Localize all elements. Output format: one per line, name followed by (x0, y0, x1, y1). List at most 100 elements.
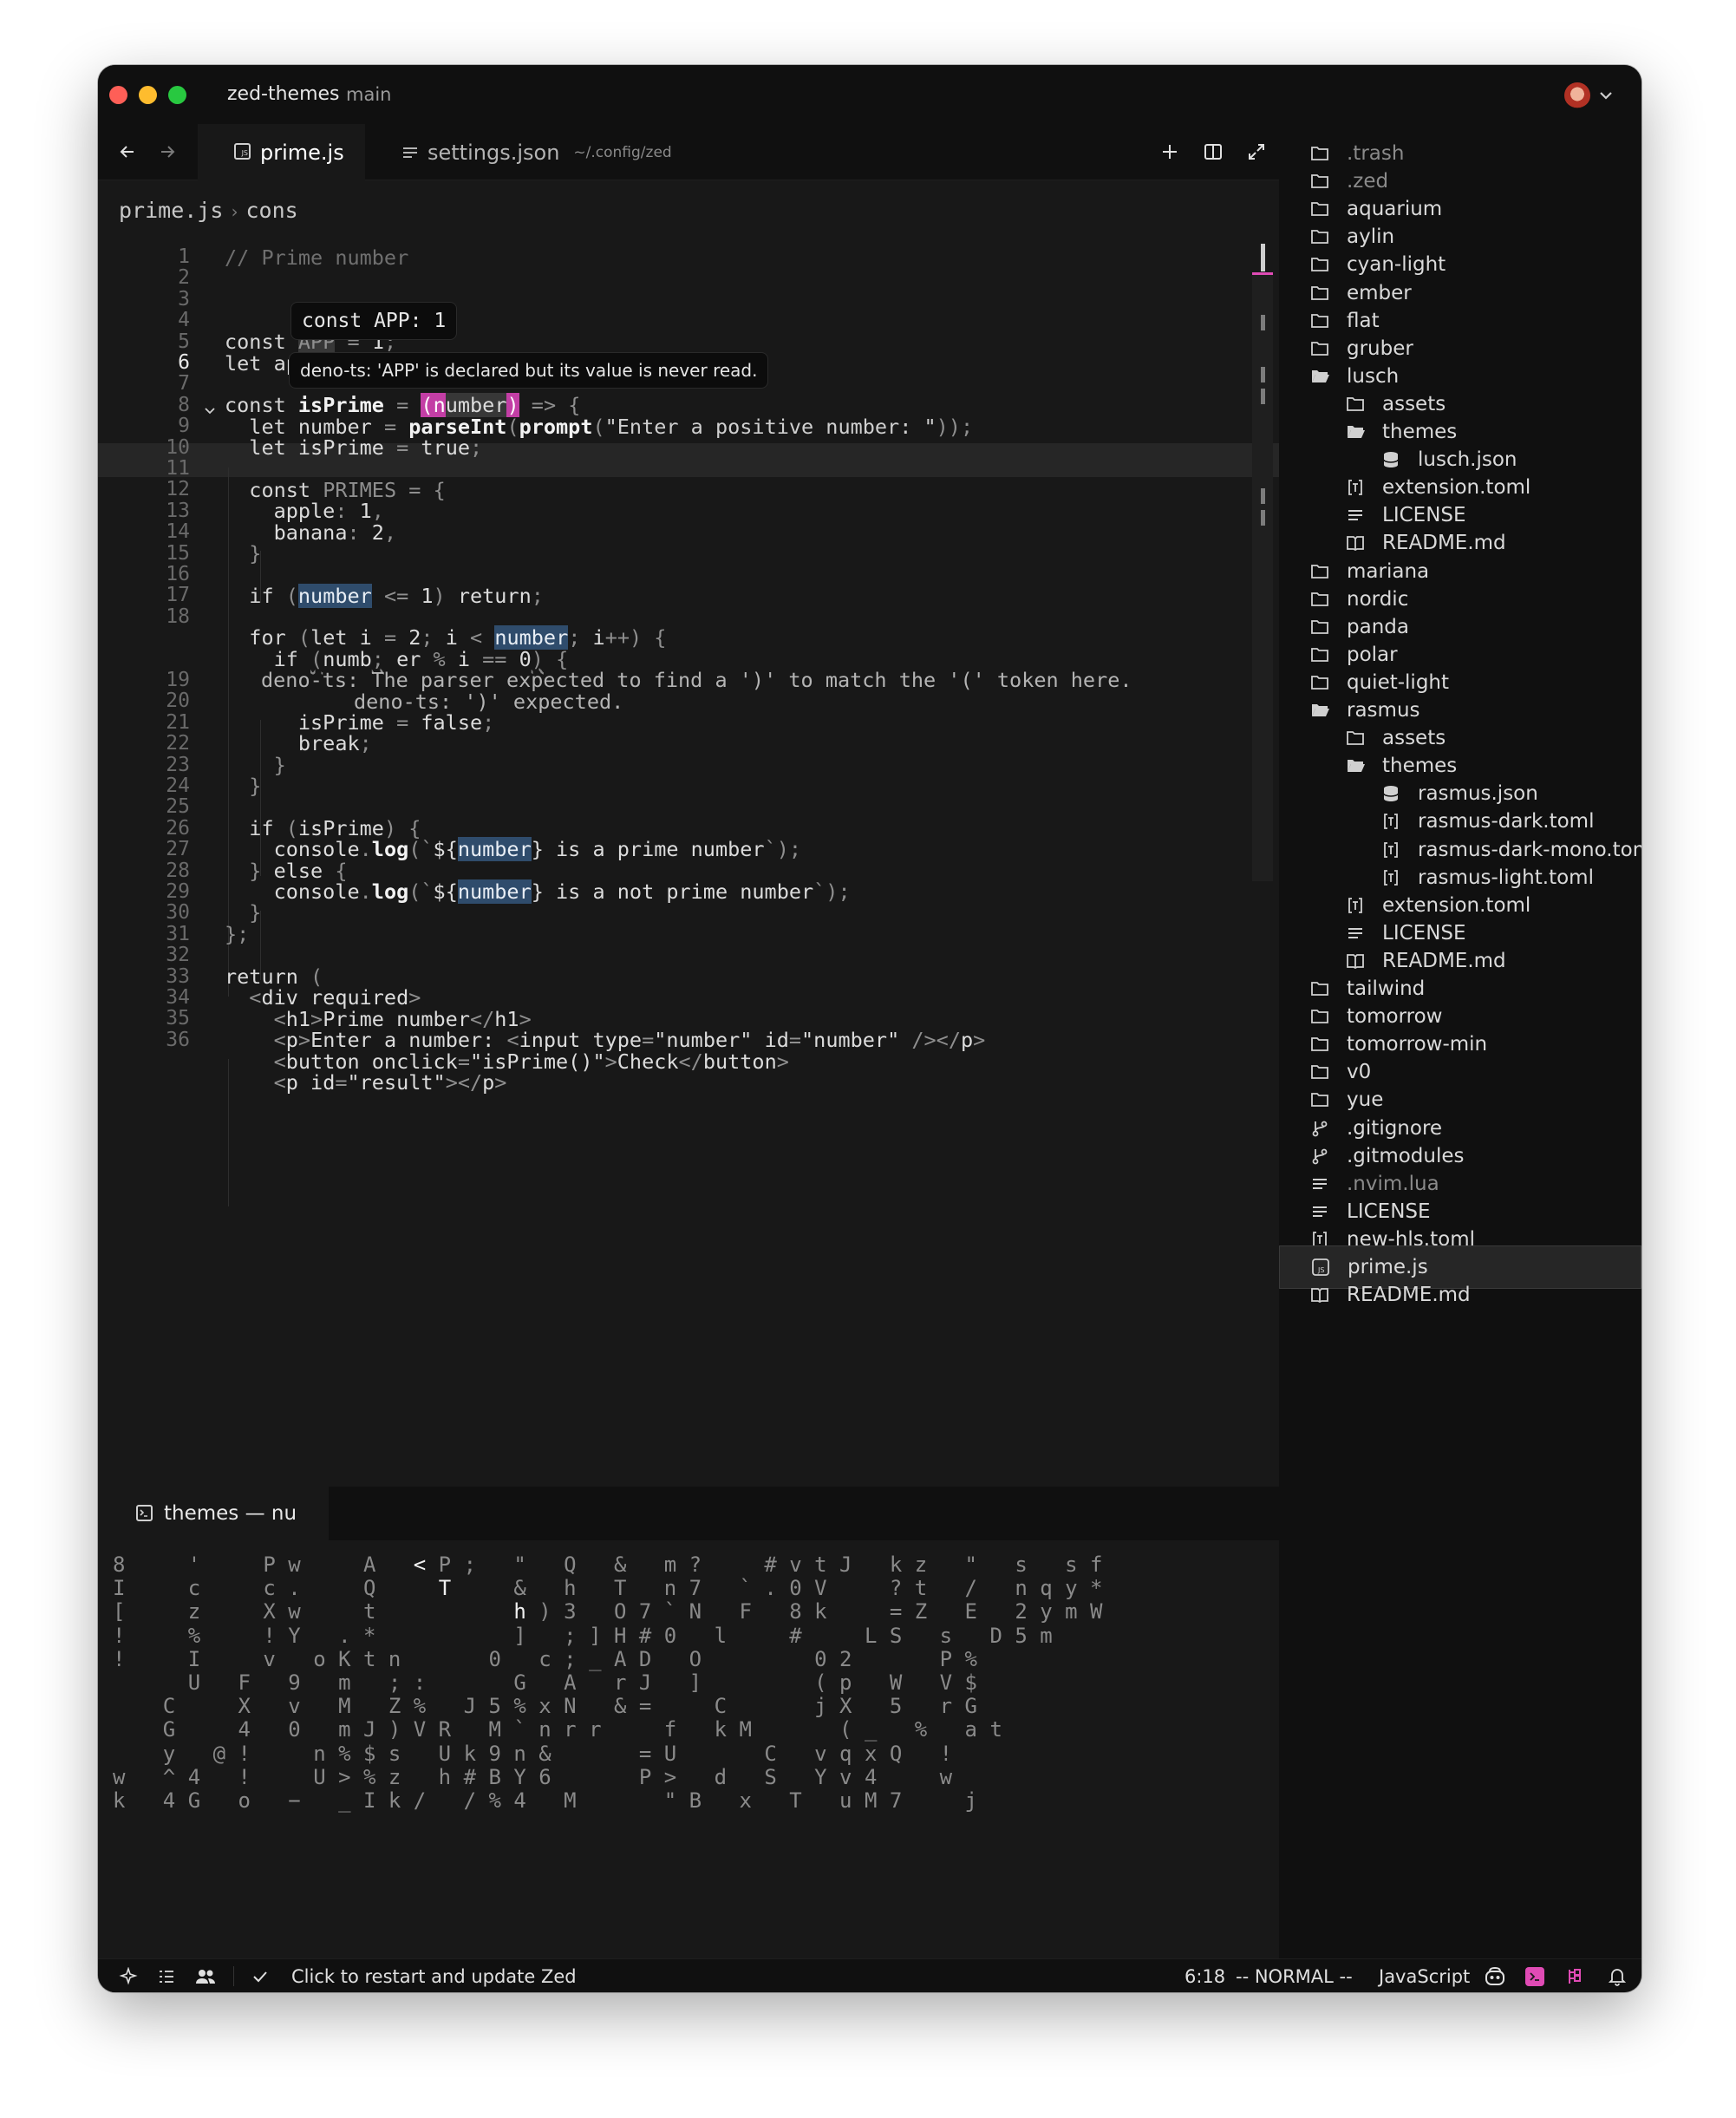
terminal-line: I c c . Q T & h T n 7 ` . 0 V ? t / n q … (113, 1576, 1103, 1600)
user-avatar[interactable] (1564, 82, 1590, 108)
terminal-text: [ z X w t (113, 1599, 514, 1624)
line-number: 25 (166, 795, 190, 819)
branch-name[interactable]: main (346, 84, 391, 105)
code-line-6: const isPrime = (number) => { (225, 393, 581, 417)
code-line-27: console.log(`${number} is a not prime nu… (225, 879, 851, 904)
zed-window: zed-themes main JS prime.js settings.jso… (98, 65, 1641, 1992)
terminal-output[interactable]: 8 ' P w A < P ; " Q & m ? # v t J k z " … (98, 1540, 1279, 1958)
project-panel[interactable]: .trash .zed aquarium aylin cyan-light ember fl… (1279, 124, 1641, 1958)
project-panel-toggle-icon[interactable] (1566, 1959, 1587, 1992)
terminal-text: ! % ! Y . * ] ; ] H # 0 l # L S s D 5 m (113, 1623, 1053, 1648)
diagnostic-tooltip: deno-ts: 'APP' is declared but its value… (289, 352, 769, 389)
line-number: 15 (166, 541, 190, 565)
line-number: 31 (166, 922, 190, 945)
code-line-8: let isPrime = true; (249, 435, 483, 460)
breadcrumb[interactable]: prime.js › cons (119, 198, 298, 223)
line-number: 20 (166, 690, 190, 713)
line-number: 35 (166, 1007, 190, 1030)
terminal-line: 8 ' P w A < P ; " Q & m ? # v t J k z " … (113, 1553, 1103, 1577)
title-bar: zed-themes main (98, 65, 1641, 124)
hover-tooltip: const APP: 1 (290, 302, 458, 340)
line-number: 6 (178, 351, 190, 374)
chevron-right-icon: › (229, 201, 240, 222)
terminal-text-bright: T (438, 1576, 452, 1601)
line-number: 9 (178, 415, 190, 438)
terminal-text: y @ ! n % $ s U k 9 n & = U C v q x Q ! (113, 1741, 953, 1766)
line-number: 27 (166, 838, 190, 861)
update-message[interactable]: Click to restart and update Zed (291, 1959, 577, 1992)
terminal-line: ! I v o K t n 0 c ; _ A D O 0 2 P % (113, 1647, 977, 1671)
tab-prime-js[interactable]: JS prime.js (198, 124, 365, 180)
tab-bar: JS prime.js settings.json ~/.config/zed (98, 124, 1279, 180)
book-icon (1309, 1285, 1331, 1305)
terminal-toggle-icon[interactable] (1525, 1959, 1544, 1992)
back-arrow-icon[interactable] (110, 134, 145, 169)
terminal-line: w ^ 4 ! U > % z h # B Y 6 P > d S Y v 4 … (113, 1765, 952, 1789)
terminal-tab[interactable]: themes — nu (98, 1487, 329, 1540)
line-number: 8 (178, 393, 190, 416)
line-number: 2 (178, 266, 190, 290)
terminal-text: U F 9 m ; : G A r J ] ( p W V $ (113, 1670, 977, 1695)
language-selector[interactable]: JavaScript (1379, 1959, 1470, 1992)
line-number: 21 (166, 710, 190, 734)
line-number: 32 (166, 944, 190, 967)
file-tree-item[interactable]: README.md (1279, 1273, 1641, 1317)
line-number: 28 (166, 859, 190, 882)
fold-chevron-icon[interactable] (203, 399, 217, 423)
tab-label: prime.js (260, 140, 344, 165)
line-number: 5 (178, 330, 190, 353)
file-tree-label: README.md (1347, 1284, 1471, 1307)
line-number: 33 (166, 964, 190, 988)
tab-settings-json[interactable]: settings.json ~/.config/zed (401, 124, 672, 180)
code-line-22: } (249, 774, 262, 798)
line-number: 1 (178, 245, 190, 268)
breadcrumb-symbol[interactable]: cons (245, 198, 297, 223)
editor-scrollbar[interactable] (1252, 274, 1273, 881)
terminal-text: P ; " Q & m ? # v t J k z " s s f (426, 1553, 1103, 1577)
cursor-position[interactable]: 6:18 (1185, 1959, 1225, 1992)
code-line-32: <div required> (249, 985, 421, 1010)
forward-arrow-icon[interactable] (150, 134, 185, 169)
line-number: 22 (166, 732, 190, 755)
js-file-icon: JS (234, 143, 251, 160)
scrollbar-thumb[interactable] (1261, 244, 1265, 271)
line-number: 10 (166, 435, 190, 459)
zoom-window-button[interactable] (168, 86, 186, 104)
code-line-17: for (let i = 2; i < number; i++) { (249, 625, 667, 650)
scrollbar-marker (1261, 488, 1265, 504)
scrollbar-marker (1261, 315, 1265, 330)
chevron-down-icon[interactable] (1593, 82, 1619, 108)
maximize-icon[interactable] (1239, 134, 1274, 169)
terminal-text: C X v M Z % J 5 % x N & = C j X 5 r G (113, 1694, 977, 1719)
bell-icon[interactable] (1609, 1959, 1626, 1992)
project-name[interactable]: zed-themes (227, 83, 340, 105)
split-pane-icon[interactable] (1196, 134, 1230, 169)
outline-icon[interactable] (157, 1959, 176, 1992)
breadcrumb-file[interactable]: prime.js (119, 198, 223, 223)
close-window-button[interactable] (109, 86, 127, 104)
line-number: 18 (166, 605, 190, 628)
terminal-text: w ^ 4 ! U > % z h # B Y 6 P > d S Y v 4 … (113, 1764, 953, 1789)
terminal-line: U F 9 m ; : G A r J ] ( p W V $ (113, 1670, 977, 1695)
code-line-11: apple: 1, (225, 499, 384, 523)
terminal-text: G 4 0 m J ) V R M ` n r r f k M ( _ % a … (113, 1717, 1002, 1742)
line-number: 12 (166, 478, 190, 501)
terminal-text: ! I v o K t n 0 c ; _ A D O 0 2 P % (113, 1646, 977, 1671)
collab-users-icon[interactable] (195, 1959, 216, 1992)
line-number: 14 (166, 520, 190, 544)
editor-pane[interactable]: prime.js › cons 1 2 3 4 5 6 7 8 9 10 11 12 13 14 15 16 17 1… (98, 180, 1279, 1487)
terminal-text: 8 ' P w A (113, 1553, 414, 1577)
terminal-line: ! % ! Y . * ] ; ] H # 0 l # L S s D 5 m (113, 1624, 1053, 1648)
line-number: 29 (166, 880, 190, 903)
ai-sparkle-icon[interactable] (119, 1959, 138, 1992)
terminal-panel[interactable]: themes — nu 8 ' P w A < P ; " Q & m ? # … (98, 1487, 1279, 1958)
copilot-icon[interactable] (1484, 1959, 1506, 1992)
line-number: 19 (166, 669, 190, 691)
terminal-text-bright: < (413, 1553, 427, 1577)
plus-icon[interactable] (1152, 134, 1187, 169)
line-number: 3 (178, 287, 190, 311)
line-number: 4 (178, 309, 190, 332)
code-line-34: <p>Enter a number: <input type="number" … (273, 1028, 986, 1052)
minimize-window-button[interactable] (139, 86, 157, 104)
terminal-line: k 4 G o − _ I k / / % 4 M " B x T u M 7 … (113, 1788, 977, 1813)
